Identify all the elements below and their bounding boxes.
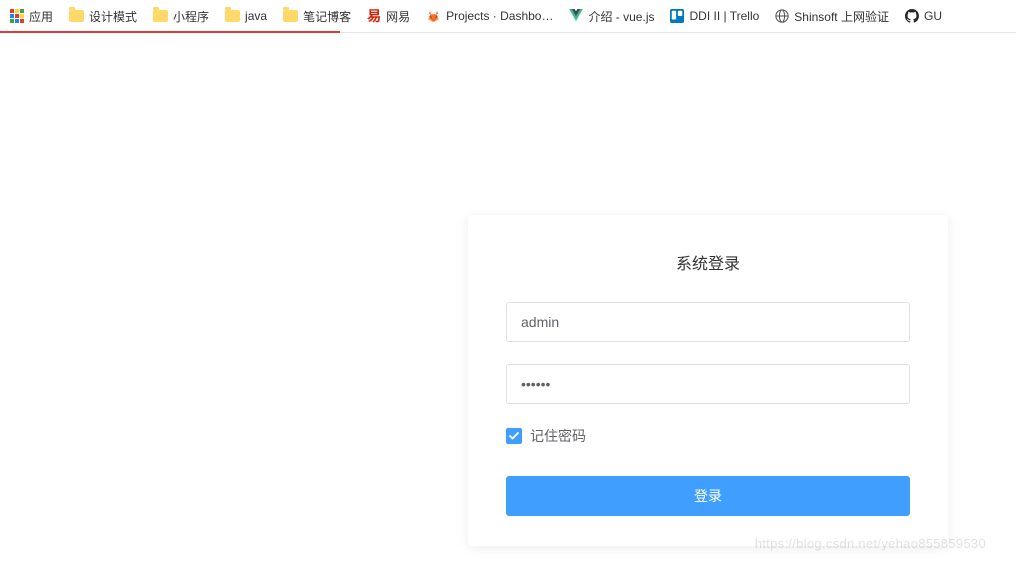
- bookmark-gitlab[interactable]: Projects · Dashbo…: [426, 9, 553, 23]
- watermark-text: https://blog.csdn.net/yehao855859530: [755, 536, 986, 551]
- folder-icon: [153, 10, 168, 22]
- bookmark-vue[interactable]: 介绍 - vue.js: [569, 8, 654, 25]
- login-button[interactable]: 登录: [506, 476, 910, 516]
- github-icon: [905, 9, 919, 23]
- username-input[interactable]: [506, 302, 910, 342]
- bookmark-trello[interactable]: DDI II | Trello: [670, 9, 759, 23]
- bookmark-shinsoft[interactable]: Shinsoft 上网验证: [775, 8, 889, 25]
- bookmark-label: DDI II | Trello: [689, 9, 759, 23]
- remember-label: 记住密码: [530, 426, 586, 446]
- apps-label: 应用: [29, 8, 53, 25]
- bookmark-folder-java[interactable]: java: [225, 9, 267, 23]
- remember-checkbox[interactable]: [506, 428, 522, 444]
- netease-icon: 易: [367, 6, 381, 26]
- bookmark-github[interactable]: GU: [905, 9, 942, 23]
- bookmark-folder-miniapp[interactable]: 小程序: [153, 8, 209, 25]
- bookmark-label: GU: [924, 9, 942, 23]
- bookmark-folder-design[interactable]: 设计模式: [69, 8, 137, 25]
- page-load-progress: [0, 31, 340, 33]
- login-card: 系统登录 记住密码 登录: [468, 215, 948, 546]
- gitlab-icon: [426, 9, 441, 23]
- apps-grid-icon: [10, 9, 24, 23]
- check-icon: [509, 432, 519, 440]
- bookmark-label: 介绍 - vue.js: [588, 8, 654, 25]
- bookmark-label: 设计模式: [89, 8, 137, 25]
- apps-button[interactable]: 应用: [10, 8, 53, 25]
- globe-icon: [775, 9, 789, 23]
- bookmark-label: Shinsoft 上网验证: [794, 8, 889, 25]
- vue-icon: [569, 9, 583, 24]
- bookmark-label: 笔记博客: [303, 8, 351, 25]
- folder-icon: [225, 10, 240, 22]
- bookmark-folder-notes[interactable]: 笔记博客: [283, 8, 351, 25]
- bookmark-label: java: [245, 9, 267, 23]
- trello-icon: [670, 9, 684, 23]
- folder-icon: [69, 10, 84, 22]
- folder-icon: [283, 10, 298, 22]
- login-title: 系统登录: [506, 250, 910, 274]
- password-input[interactable]: [506, 364, 910, 404]
- bookmark-label: 网易: [386, 8, 410, 25]
- bookmark-label: 小程序: [173, 8, 209, 25]
- bookmarks-bar: 应用 设计模式 小程序 java 笔记博客 易 网易 Projects · Da…: [0, 0, 1016, 33]
- bookmark-label: Projects · Dashbo…: [446, 9, 553, 23]
- remember-row: 记住密码: [506, 426, 910, 446]
- bookmark-netease[interactable]: 易 网易: [367, 6, 410, 26]
